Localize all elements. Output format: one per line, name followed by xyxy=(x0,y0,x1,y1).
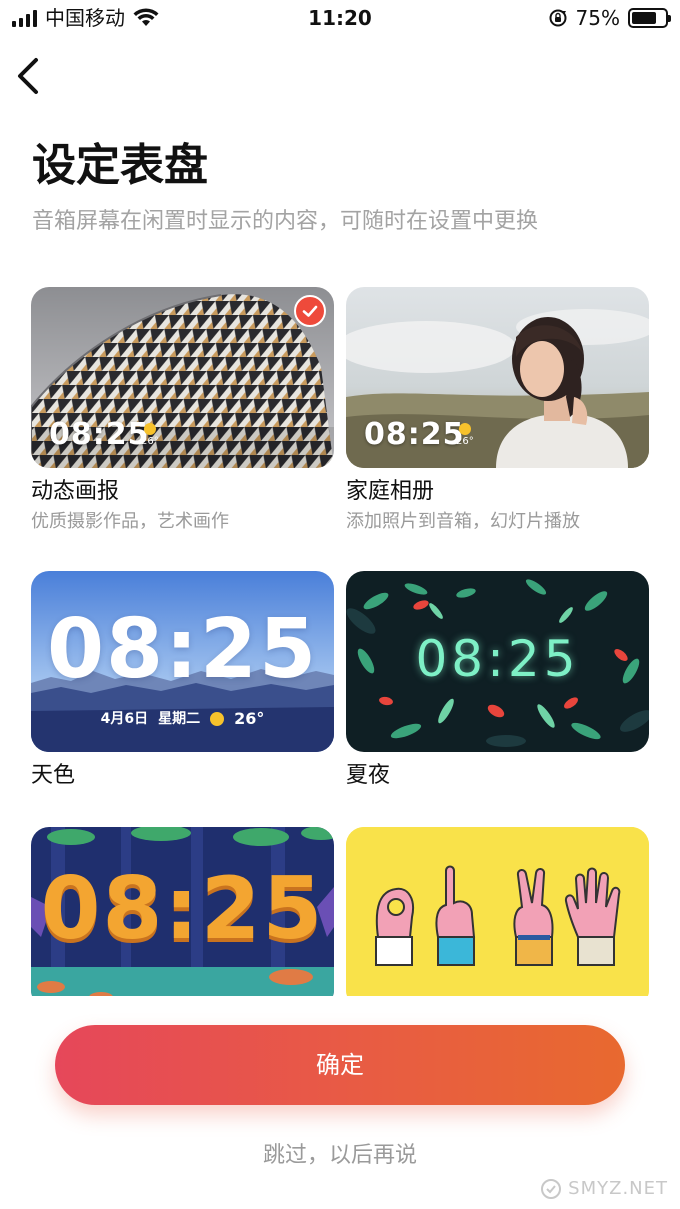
date-weather-row: 4月6日 星期二 26° xyxy=(31,709,334,729)
page-title: 设定表盘 xyxy=(32,140,208,191)
face-temp: 26° xyxy=(141,436,159,447)
sun-icon xyxy=(210,712,225,726)
face-time: 08:25 xyxy=(49,417,150,452)
face-card-summer-night[interactable]: 08:25 夏夜 xyxy=(346,571,649,788)
face-thumbnail: 08:25 26° xyxy=(346,287,649,468)
back-button[interactable] xyxy=(12,52,48,100)
face-thumbnail: 08:25 26° xyxy=(31,287,334,468)
face-temp: 26° xyxy=(234,709,265,728)
face-card-sky[interactable]: 08:25 4月6日 星期二 26° 天色 xyxy=(31,571,334,788)
watermark: SMYZ.NET xyxy=(540,1177,668,1201)
face-thumbnail: 08:25 xyxy=(31,827,334,1008)
hand-gestures-illustration xyxy=(346,827,649,1008)
battery-icon xyxy=(628,8,671,28)
page-subtitle: 音箱屏幕在闲置时显示的内容，可随时在设置中更换 xyxy=(32,209,539,234)
face-name: 动态画报 xyxy=(31,479,120,504)
face-time: 08:25 xyxy=(415,630,580,688)
face-time: 08:25 xyxy=(364,417,465,452)
chevron-left-icon xyxy=(18,58,38,94)
face-name: 家庭相册 xyxy=(346,479,435,504)
weather-indicator: 26° xyxy=(456,423,474,447)
face-thumbnail xyxy=(346,827,649,1008)
face-card-hand-gestures[interactable] xyxy=(346,827,649,1008)
face-temp: 26° xyxy=(456,436,474,447)
status-bar: 中国移动 11:20 75% xyxy=(0,0,680,40)
watermark-text: SMYZ.NET xyxy=(568,1178,668,1199)
face-date: 4月6日 xyxy=(100,711,149,727)
face-description: 优质摄影作品，艺术画作 xyxy=(31,511,229,532)
sun-icon xyxy=(143,423,156,435)
face-name: 夏夜 xyxy=(346,763,391,788)
watermark-logo-icon xyxy=(541,1179,562,1199)
face-thumbnail: 08:25 xyxy=(346,571,649,752)
sun-icon xyxy=(458,423,471,435)
weather-indicator: 26° xyxy=(141,423,159,447)
face-card-dynamic[interactable]: 08:25 26° 动态画报 优质摄影作品，艺术画作 xyxy=(31,287,334,532)
face-card-fox-forest[interactable]: 08:25 xyxy=(31,827,334,1008)
face-description: 添加照片到音箱，幻灯片播放 xyxy=(346,511,580,532)
face-weekday: 星期二 xyxy=(158,711,201,727)
face-thumbnail: 08:25 4月6日 星期二 26° xyxy=(31,571,334,752)
face-time: 08:25 xyxy=(46,602,318,697)
face-card-family-album[interactable]: 08:25 26° 家庭相册 添加照片到音箱，幻灯片播放 xyxy=(346,287,649,532)
battery-percent: 75% xyxy=(575,6,620,30)
selected-check-icon xyxy=(294,295,326,327)
face-time: 08:25 xyxy=(40,859,325,959)
face-name: 天色 xyxy=(31,763,76,788)
skip-link[interactable]: 跳过，以后再说 xyxy=(0,1140,680,1172)
orientation-lock-icon xyxy=(549,9,567,27)
confirm-button[interactable]: 确定 xyxy=(55,1025,625,1105)
